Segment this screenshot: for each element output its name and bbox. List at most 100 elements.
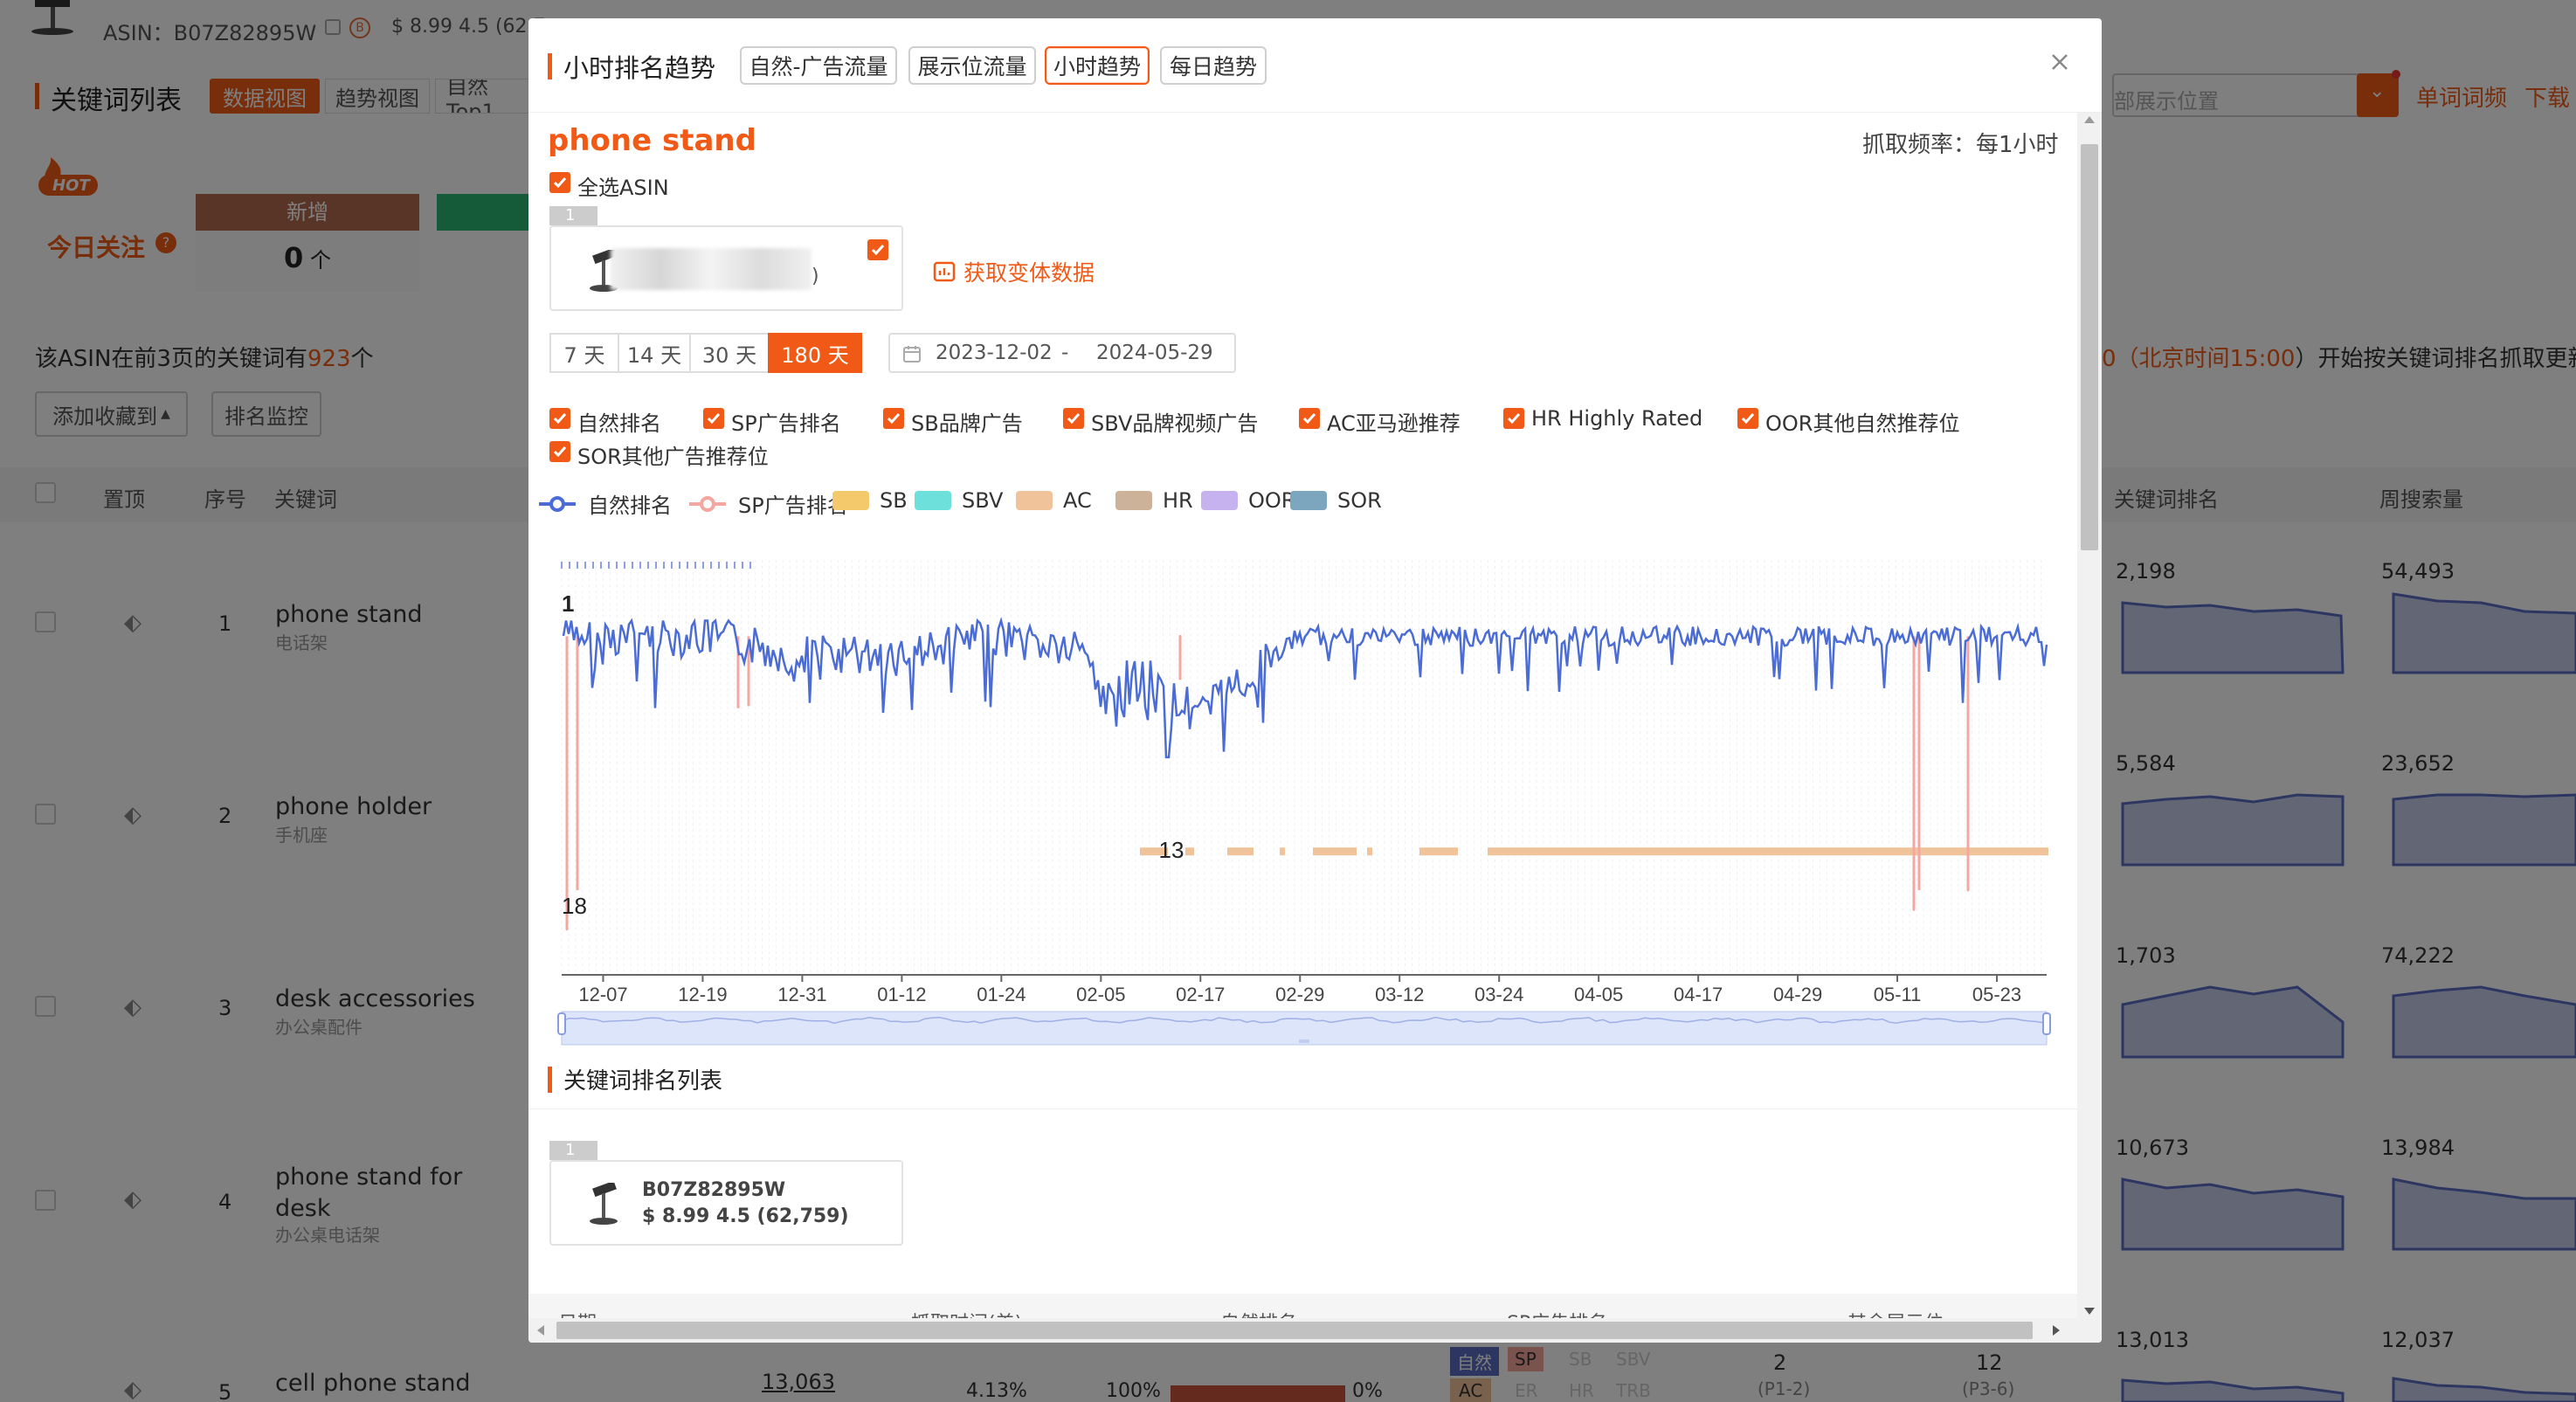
annotation-marker: 13	[1159, 837, 1184, 863]
filter-natural-label: 自然排名	[577, 411, 661, 436]
legend-label: SBV	[962, 488, 1004, 513]
vertical-scroll-thumb[interactable]	[2081, 144, 2098, 550]
scroll-right-arrow[interactable]	[2053, 1325, 2060, 1336]
list-accent-bar	[548, 1067, 552, 1093]
legend-label: HR	[1163, 488, 1193, 513]
legend-label: AC	[1063, 488, 1092, 513]
legend-item[interactable]: SB	[832, 488, 908, 513]
range-14-days[interactable]: 14 天	[618, 333, 691, 373]
tab-placement-traffic[interactable]: 展示位流量	[908, 46, 1036, 85]
scroll-down-arrow[interactable]	[2084, 1308, 2095, 1315]
legend-swatch	[1115, 491, 1152, 510]
list-asin-card[interactable]: B07Z82895W $ 8.99 4.5 (62,759)	[549, 1160, 903, 1246]
hourly-rank-modal: 小时排名趋势 自然-广告流量 展示位流量 小时趋势 每日趋势 phone sta…	[528, 18, 2102, 1343]
filter-sp-checkbox[interactable]	[703, 408, 724, 429]
legend-label: SP广告排名	[738, 494, 848, 518]
date-range-picker[interactable]: 2023-12-02 - 2024-05-29	[888, 333, 1236, 373]
legend-swatch	[539, 495, 576, 512]
modal-header: 小时排名趋势 自然-广告流量 展示位流量 小时趋势 每日趋势	[528, 18, 2102, 113]
sp-point	[1912, 908, 1916, 911]
calendar-icon	[903, 346, 921, 363]
select-all-asin-checkbox[interactable]	[549, 172, 570, 193]
fetch-variants-link[interactable]: 获取变体数据	[932, 256, 1095, 287]
filter-natural-checkbox[interactable]	[549, 408, 570, 429]
range-30-days[interactable]: 30 天	[689, 333, 770, 373]
legend-swatch	[689, 495, 726, 512]
x-tick-label: 01-12	[877, 984, 926, 1005]
asin-index-tab: 1	[549, 206, 597, 225]
filter-sb-label: SB品牌广告	[911, 411, 1023, 436]
filter-hr-label: HR Highly Rated	[1531, 406, 1703, 431]
horizontal-scrollbar[interactable]	[528, 1318, 2077, 1343]
date-separator: -	[1061, 342, 1069, 364]
filter-sor-label: SOR其他广告推荐位	[577, 445, 769, 469]
tab-daily-trend[interactable]: 每日趋势	[1160, 46, 1267, 85]
ac-bar	[1280, 847, 1285, 856]
legend-item[interactable]: OOR	[1201, 488, 1295, 513]
product-image	[590, 1183, 618, 1225]
legend-item[interactable]: SP广告排名	[687, 488, 848, 519]
range-slider-handle-right	[2042, 1012, 2051, 1035]
x-tick-label: 03-12	[1375, 984, 1424, 1005]
filter-sp-label: SP广告排名	[731, 411, 841, 436]
ac-bar	[1488, 847, 2048, 856]
blurred-asin-info	[611, 248, 811, 290]
ac-bar	[1227, 847, 1253, 856]
list-price: $ 8.99 4.5 (62,759)	[642, 1205, 849, 1227]
annotation-low-rank: 18	[562, 893, 587, 919]
ac-bar	[1313, 847, 1357, 856]
range-slider-handle-left	[557, 1012, 566, 1035]
keyword-heading: phone stand	[548, 123, 756, 158]
tab-hourly-trend[interactable]: 小时趋势	[1045, 46, 1150, 85]
filter-hr-checkbox[interactable]	[1503, 408, 1524, 429]
x-tick-label: 12-19	[678, 984, 727, 1005]
legend-swatch	[1016, 491, 1053, 510]
range-180-days[interactable]: 180 天	[768, 333, 862, 373]
legend-item[interactable]: 自然排名	[537, 488, 672, 519]
sp-point	[1178, 634, 1182, 638]
x-tick-label: 12-31	[777, 984, 826, 1005]
legend-label: SB	[880, 488, 908, 513]
filter-sor-checkbox[interactable]	[549, 441, 570, 462]
range-slider-grip	[1299, 1039, 1309, 1043]
sp-point	[1966, 888, 1970, 892]
filter-sbv-checkbox[interactable]	[1063, 408, 1084, 429]
filter-sbv-label: SBV品牌视频广告	[1091, 411, 1259, 436]
legend-item[interactable]: SOR	[1290, 488, 1382, 513]
legend-item[interactable]: SBV	[915, 488, 1003, 513]
legend-label: 自然排名	[588, 494, 672, 518]
horizontal-scroll-thumb[interactable]	[556, 1322, 2033, 1339]
hourly-rank-chart: 12-07 12-19 12-31 01-12 01-24 02-05 02-17 02-29…	[557, 560, 2051, 1046]
range-7-days[interactable]: 7 天	[549, 333, 619, 373]
scroll-left-arrow[interactable]	[537, 1325, 544, 1336]
tab-natural-ad-traffic[interactable]: 自然-广告流量	[740, 46, 897, 85]
legend-item[interactable]: HR	[1115, 488, 1193, 513]
filter-ac-checkbox[interactable]	[1299, 408, 1320, 429]
legend-item[interactable]: AC	[1016, 488, 1092, 513]
x-tick-label: 05-11	[1874, 984, 1922, 1005]
ac-bar	[1419, 847, 1458, 856]
asin-checkbox[interactable]	[867, 239, 888, 260]
x-tick-label: 01-24	[977, 984, 1026, 1005]
close-icon[interactable]	[2044, 46, 2075, 78]
filter-sb-checkbox[interactable]	[883, 408, 904, 429]
keyword-rank-list-title: 关键词排名列表	[563, 1068, 723, 1095]
select-all-asin-label: 全选ASIN	[577, 176, 669, 200]
natural-rank-line	[562, 616, 2048, 759]
asin-card[interactable]: )	[549, 225, 903, 311]
vertical-scrollbar[interactable]	[2077, 113, 2102, 1343]
legend-swatch	[1201, 491, 1238, 510]
modal-title: 小时排名趋势	[563, 53, 716, 83]
x-tick-label: 05-23	[1972, 984, 2021, 1005]
list-asin: B07Z82895W	[642, 1179, 786, 1201]
annotation-best-rank: 1	[562, 590, 574, 617]
fetch-frequency: 抓取频率：每1小时	[1862, 132, 2059, 158]
filter-oor-checkbox[interactable]	[1737, 408, 1758, 429]
legend-label: OOR	[1248, 488, 1296, 513]
x-tick-label: 03-24	[1474, 984, 1523, 1005]
ac-bar	[1367, 847, 1372, 856]
x-tick-label: 12-07	[578, 984, 627, 1005]
scroll-up-arrow[interactable]	[2084, 116, 2095, 123]
legend-swatch	[832, 491, 869, 510]
filter-ac-label: AC亚马逊推荐	[1327, 411, 1461, 436]
